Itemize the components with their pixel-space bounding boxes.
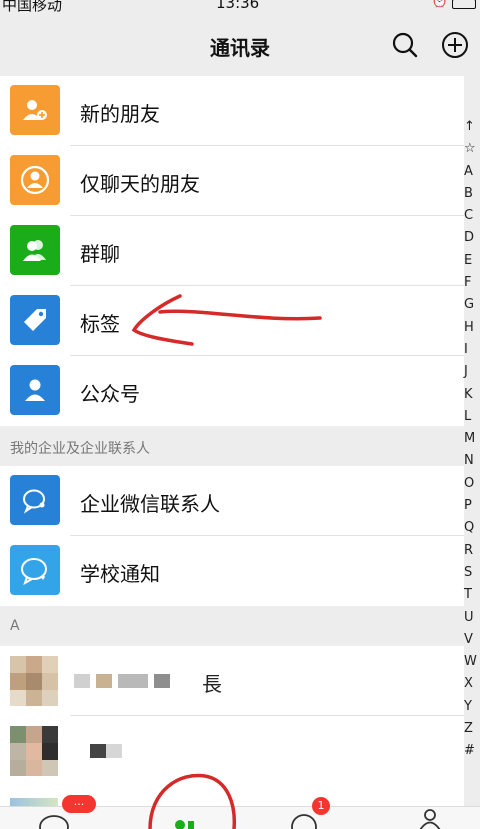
school-notice-label: 学校通知 bbox=[80, 562, 160, 586]
status-bar: 中国移动 13:36 ⏰ bbox=[0, 0, 480, 14]
enterprise-contacts-label: 企业微信联系人 bbox=[80, 492, 220, 516]
contact-row[interactable] bbox=[0, 716, 464, 786]
contact-name-redacted bbox=[74, 674, 170, 688]
chat-only-friends-item[interactable]: 仅聊天的朋友 bbox=[0, 146, 464, 216]
index-item[interactable]: O bbox=[464, 473, 480, 495]
tab-discover[interactable]: 1 bbox=[280, 797, 340, 829]
tags-label: 标签 bbox=[80, 312, 120, 336]
official-accounts-label: 公众号 bbox=[80, 382, 140, 406]
status-icons: ⏰ bbox=[432, 0, 476, 9]
contacts-section-header-a: A bbox=[0, 606, 464, 646]
index-item[interactable]: Q bbox=[464, 517, 480, 539]
official-account-icon bbox=[10, 365, 60, 415]
enterprise-contact-icon bbox=[10, 475, 60, 525]
index-item[interactable]: J bbox=[464, 361, 480, 383]
chats-badge: ... bbox=[62, 795, 96, 813]
index-item[interactable]: L bbox=[464, 406, 480, 428]
official-accounts-item[interactable]: 公众号 bbox=[0, 356, 464, 426]
index-item[interactable]: P bbox=[464, 495, 480, 517]
index-item[interactable]: C bbox=[464, 205, 480, 227]
avatar bbox=[10, 656, 58, 706]
index-item[interactable]: U bbox=[464, 607, 480, 629]
index-item[interactable]: # bbox=[464, 740, 480, 762]
add-friend-icon bbox=[10, 85, 60, 135]
contact-name-redacted bbox=[90, 744, 122, 758]
index-item[interactable]: E bbox=[464, 250, 480, 272]
tab-me[interactable] bbox=[400, 807, 460, 829]
clock: 13:36 bbox=[216, 0, 260, 12]
battery-icon bbox=[452, 0, 476, 9]
tab-chats[interactable]: ... bbox=[30, 795, 96, 829]
index-item[interactable]: ☆ bbox=[464, 138, 480, 160]
index-item[interactable]: R bbox=[464, 540, 480, 562]
index-item[interactable]: B bbox=[464, 183, 480, 205]
index-item[interactable]: M bbox=[464, 428, 480, 450]
index-item[interactable]: F bbox=[464, 272, 480, 294]
group-chats-item[interactable]: 群聊 bbox=[0, 216, 464, 286]
tab-contacts[interactable] bbox=[160, 807, 220, 829]
new-friends-item[interactable]: 新的朋友 bbox=[0, 76, 464, 146]
index-item[interactable]: T bbox=[464, 584, 480, 606]
index-item[interactable]: ↑ bbox=[464, 116, 480, 138]
group-chat-icon bbox=[10, 225, 60, 275]
index-item[interactable]: K bbox=[464, 384, 480, 406]
index-item[interactable]: D bbox=[464, 227, 480, 249]
chat-only-friend-icon bbox=[10, 155, 60, 205]
index-item[interactable]: V bbox=[464, 629, 480, 651]
contact-name-visible-char: 長 bbox=[202, 672, 222, 696]
school-notice-item[interactable]: 学校通知 bbox=[0, 536, 464, 606]
contacts-list: 新的朋友 仅聊天的朋友 群聊 标签 公众号 我的企业及企业联系人 企业微信联系人… bbox=[0, 76, 464, 816]
tag-icon bbox=[10, 295, 60, 345]
index-item[interactable]: G bbox=[464, 294, 480, 316]
nav-bar: 通讯录 bbox=[0, 14, 480, 76]
plus-circle-icon[interactable] bbox=[440, 30, 470, 60]
alarm-icon: ⏰ bbox=[431, 0, 448, 9]
avatar bbox=[10, 726, 58, 776]
index-item[interactable]: S bbox=[464, 562, 480, 584]
index-item[interactable]: A bbox=[464, 161, 480, 183]
person-icon bbox=[419, 809, 441, 829]
index-item[interactable]: N bbox=[464, 450, 480, 472]
search-icon[interactable] bbox=[390, 30, 420, 60]
enterprise-contacts-item[interactable]: 企业微信联系人 bbox=[0, 466, 464, 536]
index-item[interactable]: X bbox=[464, 673, 480, 695]
index-item[interactable]: I bbox=[464, 339, 480, 361]
contact-row[interactable]: 長 bbox=[0, 646, 464, 716]
enterprise-section-header: 我的企业及企业联系人 bbox=[0, 426, 464, 466]
contacts-icon bbox=[175, 820, 194, 829]
index-item[interactable]: H bbox=[464, 317, 480, 339]
index-item[interactable]: W bbox=[464, 651, 480, 673]
section-letter-a: A bbox=[10, 618, 20, 634]
tab-bar: ... 1 bbox=[0, 795, 480, 829]
alphabet-index-bar[interactable]: ↑ ☆ A B C D E F G H I J K L M N O P Q R … bbox=[464, 116, 480, 763]
school-notice-icon bbox=[10, 545, 60, 595]
tags-item[interactable]: 标签 bbox=[0, 286, 464, 356]
index-item[interactable]: Y bbox=[464, 696, 480, 718]
enterprise-section-title: 我的企业及企业联系人 bbox=[10, 441, 150, 457]
carrier-label: 中国移动 bbox=[2, 0, 63, 14]
discover-badge: 1 bbox=[312, 797, 330, 815]
index-item[interactable]: Z bbox=[464, 718, 480, 740]
group-chats-label: 群聊 bbox=[80, 242, 120, 266]
new-friends-label: 新的朋友 bbox=[80, 102, 160, 126]
chat-only-friends-label: 仅聊天的朋友 bbox=[80, 172, 200, 196]
